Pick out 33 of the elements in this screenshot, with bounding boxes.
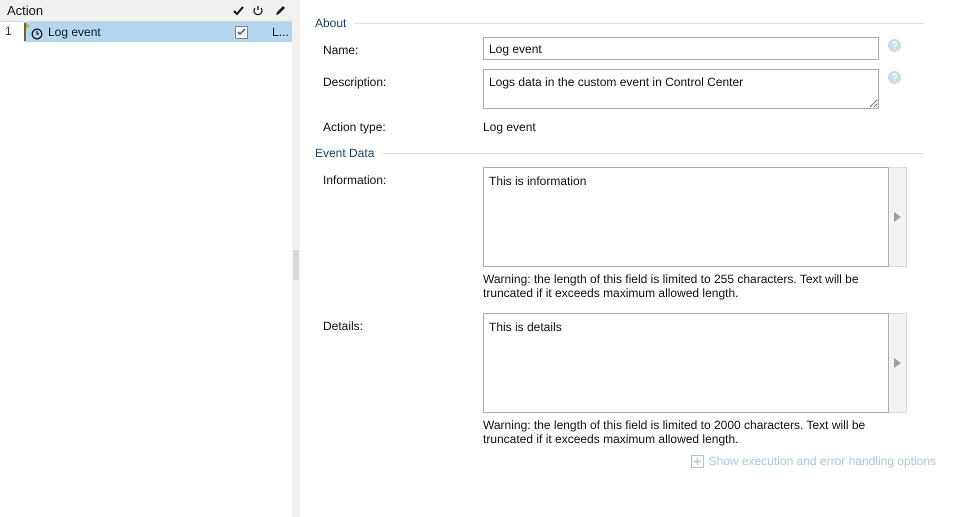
action-row[interactable]: Log event L... — [24, 22, 292, 42]
description-field[interactable]: Logs data in the custom event in Control Center — [483, 69, 879, 109]
enabled-checkbox[interactable] — [235, 26, 248, 38]
field-label: Action type: — [323, 119, 387, 136]
field-label: Details: — [323, 318, 364, 335]
column-header[interactable]: Action — [0, 0, 230, 20]
plus-box-icon — [690, 454, 704, 468]
expand-button[interactable] — [889, 313, 907, 413]
section-title: About — [315, 15, 346, 32]
field-label: Description: — [323, 74, 388, 91]
help-icon[interactable] — [888, 39, 901, 52]
warning-text: Warning: the length of this field is limited to 2000 characters. Text will be truncated if it exceeds maximum allowed length. — [483, 418, 866, 446]
flag-marker-icon — [24, 23, 30, 41]
pencil-icon[interactable] — [275, 5, 286, 16]
field-label: Information: — [323, 172, 388, 189]
text-area[interactable]: This is details — [483, 313, 889, 413]
action-type-value: Log event — [483, 119, 536, 136]
action-name: Log event — [48, 24, 102, 41]
play-icon — [894, 358, 901, 368]
row-number: 1 — [4, 23, 13, 40]
field-label: Name: — [323, 42, 360, 59]
warning-text: Warning: the length of this field is limited to 255 characters. Text will be truncated if it exceeds maximum allowed length. — [483, 272, 860, 300]
name-field[interactable]: Log event — [483, 37, 879, 60]
table-cell-text: L... — [272, 24, 290, 41]
power-icon[interactable] — [252, 4, 264, 16]
help-icon[interactable] — [888, 71, 901, 84]
splitter-handle[interactable] — [293, 250, 299, 280]
section-title: Event Data — [315, 145, 374, 162]
checkmark-icon[interactable] — [233, 6, 244, 16]
expand-button[interactable] — [889, 167, 907, 267]
play-icon — [894, 212, 901, 222]
clock-icon — [31, 28, 43, 40]
text-area[interactable]: This is information — [483, 167, 889, 267]
